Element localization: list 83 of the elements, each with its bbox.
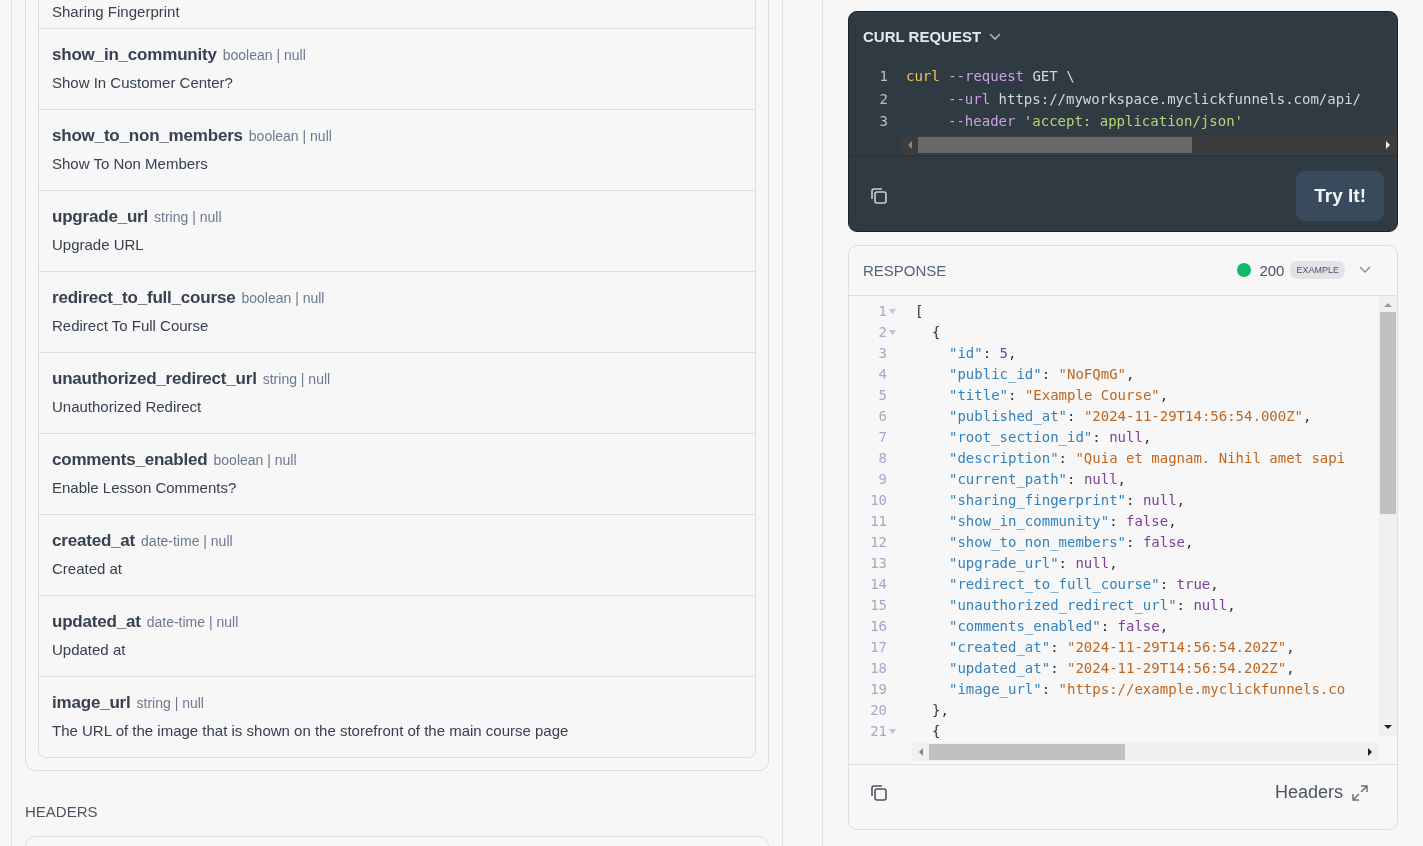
code-line: {	[932, 723, 941, 739]
line-number: 21	[869, 723, 887, 739]
line-number: 8	[877, 450, 887, 466]
field-type: string | null	[154, 209, 222, 225]
line-number: 17	[869, 639, 887, 655]
code-line: "comments_enabled": false,	[949, 618, 1169, 634]
try-it-button[interactable]: Try It!	[1296, 170, 1384, 221]
field-description: Created at	[52, 560, 123, 577]
code-line: "public_id": "NoFQmG",	[949, 366, 1135, 382]
field-description: Upgrade URL	[52, 236, 144, 253]
line-number: 2	[877, 324, 887, 340]
code-line: --url https://myworkspace.myclickfunnels.com/api/	[948, 90, 1361, 107]
field-description: Sharing Fingerprint	[52, 3, 180, 20]
field-name: image_url	[52, 693, 131, 713]
line-number: 2	[878, 90, 888, 107]
field-type: boolean | null	[241, 290, 325, 306]
line-number: 9	[877, 471, 887, 487]
field-name: upgrade_url	[52, 207, 149, 227]
code-line: "unauthorized_redirect_url": null,	[949, 597, 1236, 613]
field-type: boolean | null	[248, 128, 332, 144]
example-badge: EXAMPLE	[1290, 261, 1345, 279]
code-line: {	[932, 324, 941, 340]
line-number: 19	[869, 681, 887, 697]
code-line: },	[932, 702, 949, 718]
field-type: boolean | null	[222, 47, 306, 63]
line-number: 3	[877, 345, 887, 361]
line-number: 13	[869, 555, 887, 571]
field-name: comments_enabled	[52, 450, 208, 470]
field-name: updated_at	[52, 612, 141, 632]
field-type: boolean | null	[213, 452, 297, 468]
line-number: 6	[877, 408, 887, 424]
line-number: 3	[878, 113, 888, 130]
code-line: "current_path": null,	[949, 471, 1127, 487]
line-number: 4	[877, 366, 887, 382]
field-type: string | null	[262, 371, 331, 387]
code-line: --header 'accept: application/json'	[948, 113, 1243, 130]
field-description: Show In Customer Center?	[52, 74, 233, 91]
code-line: "redirect_to_full_course": true,	[949, 576, 1219, 592]
field-name: show_in_community	[52, 45, 217, 65]
line-number: 20	[869, 702, 887, 718]
field-description: The URL of the image that is shown on the storefront of the main course page	[52, 722, 569, 739]
code-line: "description": "Quia et magnam. Nihil amet sapi	[949, 450, 1346, 466]
code-line: "sharing_fingerprint": null,	[949, 492, 1186, 508]
line-number: 5	[877, 387, 887, 403]
line-number: 16	[869, 618, 887, 634]
code-line: "image_url": "https://example.myclickfunnels.co	[949, 681, 1346, 697]
code-line: "updated_at": "2024-11-29T14:56:54.202Z",	[949, 660, 1295, 676]
headers-link[interactable]: Headers	[1274, 782, 1343, 803]
code-line: "root_section_id": null,	[949, 429, 1152, 445]
field-description: Enable Lesson Comments?	[52, 479, 237, 496]
field-name: created_at	[52, 531, 136, 551]
panel-title: RESPONSE	[863, 261, 947, 279]
code-line: "show_in_community": false,	[949, 513, 1177, 529]
line-number: 1	[878, 68, 888, 85]
panel-title: CURL REQUEST	[863, 28, 982, 45]
field-type: date-time | null	[141, 533, 233, 549]
field-name: show_to_non_members	[52, 126, 243, 146]
code-line: "title": "Example Course",	[949, 387, 1169, 403]
field-description: Show To Non Members	[52, 155, 208, 172]
field-description: Redirect To Full Course	[52, 317, 209, 334]
code-line: "published_at": "2024-11-29T14:56:54.000Z",	[949, 408, 1312, 424]
line-number: 7	[877, 429, 887, 445]
field-name: unauthorized_redirect_url	[52, 369, 257, 389]
line-number: 10	[869, 492, 887, 508]
field-type: string | null	[136, 695, 204, 711]
line-number: 15	[869, 597, 887, 613]
code-line: [	[915, 303, 924, 319]
code-line: "show_to_non_members": false,	[949, 534, 1194, 550]
section-heading: HEADERS	[25, 803, 98, 820]
field-name: redirect_to_full_course	[52, 288, 236, 308]
field-type: date-time | null	[146, 614, 239, 630]
line-number: 12	[869, 534, 887, 550]
line-number: 1	[877, 303, 887, 319]
status-code: 200	[1259, 261, 1285, 279]
code-line: "id": 5,	[949, 345, 1017, 361]
field-description: Unauthorized Redirect	[52, 398, 202, 415]
line-number: 11	[869, 513, 887, 529]
code-line: curl --request GET \	[906, 68, 1075, 85]
field-description: Updated at	[52, 641, 126, 658]
code-line: "upgrade_url": null,	[949, 555, 1118, 571]
line-number: 14	[869, 576, 887, 592]
line-number: 18	[869, 660, 887, 676]
code-line: "created_at": "2024-11-29T14:56:54.202Z",	[949, 639, 1295, 655]
